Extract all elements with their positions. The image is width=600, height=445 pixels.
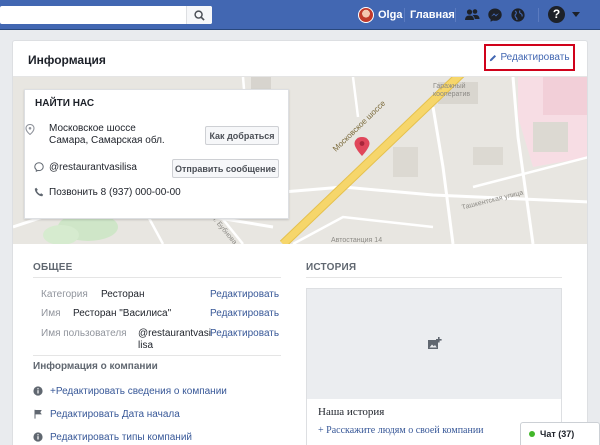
add-photo-icon (428, 337, 442, 349)
top-navigation-bar: Olga Главная ? (0, 0, 600, 30)
page-title: Информация (28, 53, 106, 67)
address-line-2: Самара, Самарская обл. (49, 135, 165, 146)
username-value-line1: @restaurantvasi (138, 328, 211, 339)
phone-icon (34, 187, 44, 197)
company-info-title: Информация о компании (33, 361, 158, 372)
map-street-label-south: Автостанция 14 (331, 237, 383, 244)
edit-start-date-link[interactable]: Редактировать Дата начала (50, 409, 180, 420)
page-username: @restaurantvasilisa (49, 162, 137, 173)
username-label: Имя пользователя (41, 328, 127, 339)
general-section-title: ОБЩЕЕ (33, 262, 73, 273)
pencil-icon (490, 54, 497, 61)
online-status-dot (529, 431, 535, 437)
location-map[interactable]: Московское шоссе Ташкентская улица Автос… (13, 77, 587, 244)
chat-label: Чат (37) (540, 429, 575, 439)
category-value: Ресторан (101, 289, 145, 300)
help-icon[interactable]: ? (548, 6, 565, 23)
info-icon (33, 432, 43, 442)
edit-company-details-link[interactable]: +Редактировать сведения о компании (50, 386, 227, 397)
search-icon (194, 9, 205, 21)
address-line-1: Московское шоссе (49, 123, 136, 134)
globe-notifications-icon[interactable] (510, 7, 526, 23)
information-card: Информация Редактировать Московское шосс… (12, 40, 588, 445)
avatar[interactable] (358, 7, 374, 23)
profile-link[interactable]: Olga (378, 9, 402, 21)
edit-company-types-link[interactable]: Редактировать типы компаний (50, 432, 192, 443)
tell-story-link[interactable]: + Расскажите людям о своей компании (318, 425, 484, 436)
home-link[interactable]: Главная (410, 9, 455, 21)
location-pin-icon (25, 124, 35, 135)
edit-button-label: Редактировать (500, 52, 570, 63)
search-input[interactable] (0, 6, 212, 24)
nav-divider (404, 8, 405, 22)
edit-username-link[interactable]: Редактировать (210, 328, 279, 339)
find-us-panel: НАЙТИ НАС Московское шоссе Самара, Самар… (24, 89, 289, 219)
nav-divider (538, 8, 539, 22)
edit-page-info-button[interactable]: Редактировать (484, 44, 575, 71)
name-label: Имя (41, 308, 61, 319)
edit-category-link[interactable]: Редактировать (210, 289, 279, 300)
messenger-icon[interactable] (487, 7, 503, 23)
edit-name-link[interactable]: Редактировать (210, 308, 279, 319)
info-icon (33, 386, 43, 396)
account-menu-chevron-down-icon[interactable] (572, 12, 580, 17)
card-header: Информация Редактировать (13, 41, 587, 77)
category-label: Категория (41, 289, 88, 300)
history-heading: Наша история (318, 406, 385, 418)
find-us-title: НАЙТИ НАС (35, 98, 95, 109)
send-message-button[interactable]: Отправить сообщение (172, 159, 279, 178)
messenger-icon (34, 162, 44, 172)
flag-icon (34, 409, 42, 419)
history-section-title: ИСТОРИЯ (306, 262, 357, 273)
section-divider (306, 277, 562, 278)
friend-requests-icon[interactable] (464, 7, 480, 23)
nav-divider (455, 8, 456, 22)
chat-tab[interactable]: Чат (37) (520, 422, 600, 445)
name-value: Ресторан "Василиса" (73, 308, 172, 319)
section-divider (33, 355, 281, 356)
call-phone-link[interactable]: Позвонить 8 (937) 000-00-00 (49, 187, 181, 198)
map-place-label: Гаражный кооператив (433, 83, 471, 98)
search-button[interactable] (186, 6, 212, 24)
directions-button[interactable]: Как добраться (205, 126, 279, 145)
history-photo-placeholder[interactable] (307, 289, 561, 399)
section-divider (33, 277, 281, 278)
username-value-line2: lisa (138, 340, 154, 351)
